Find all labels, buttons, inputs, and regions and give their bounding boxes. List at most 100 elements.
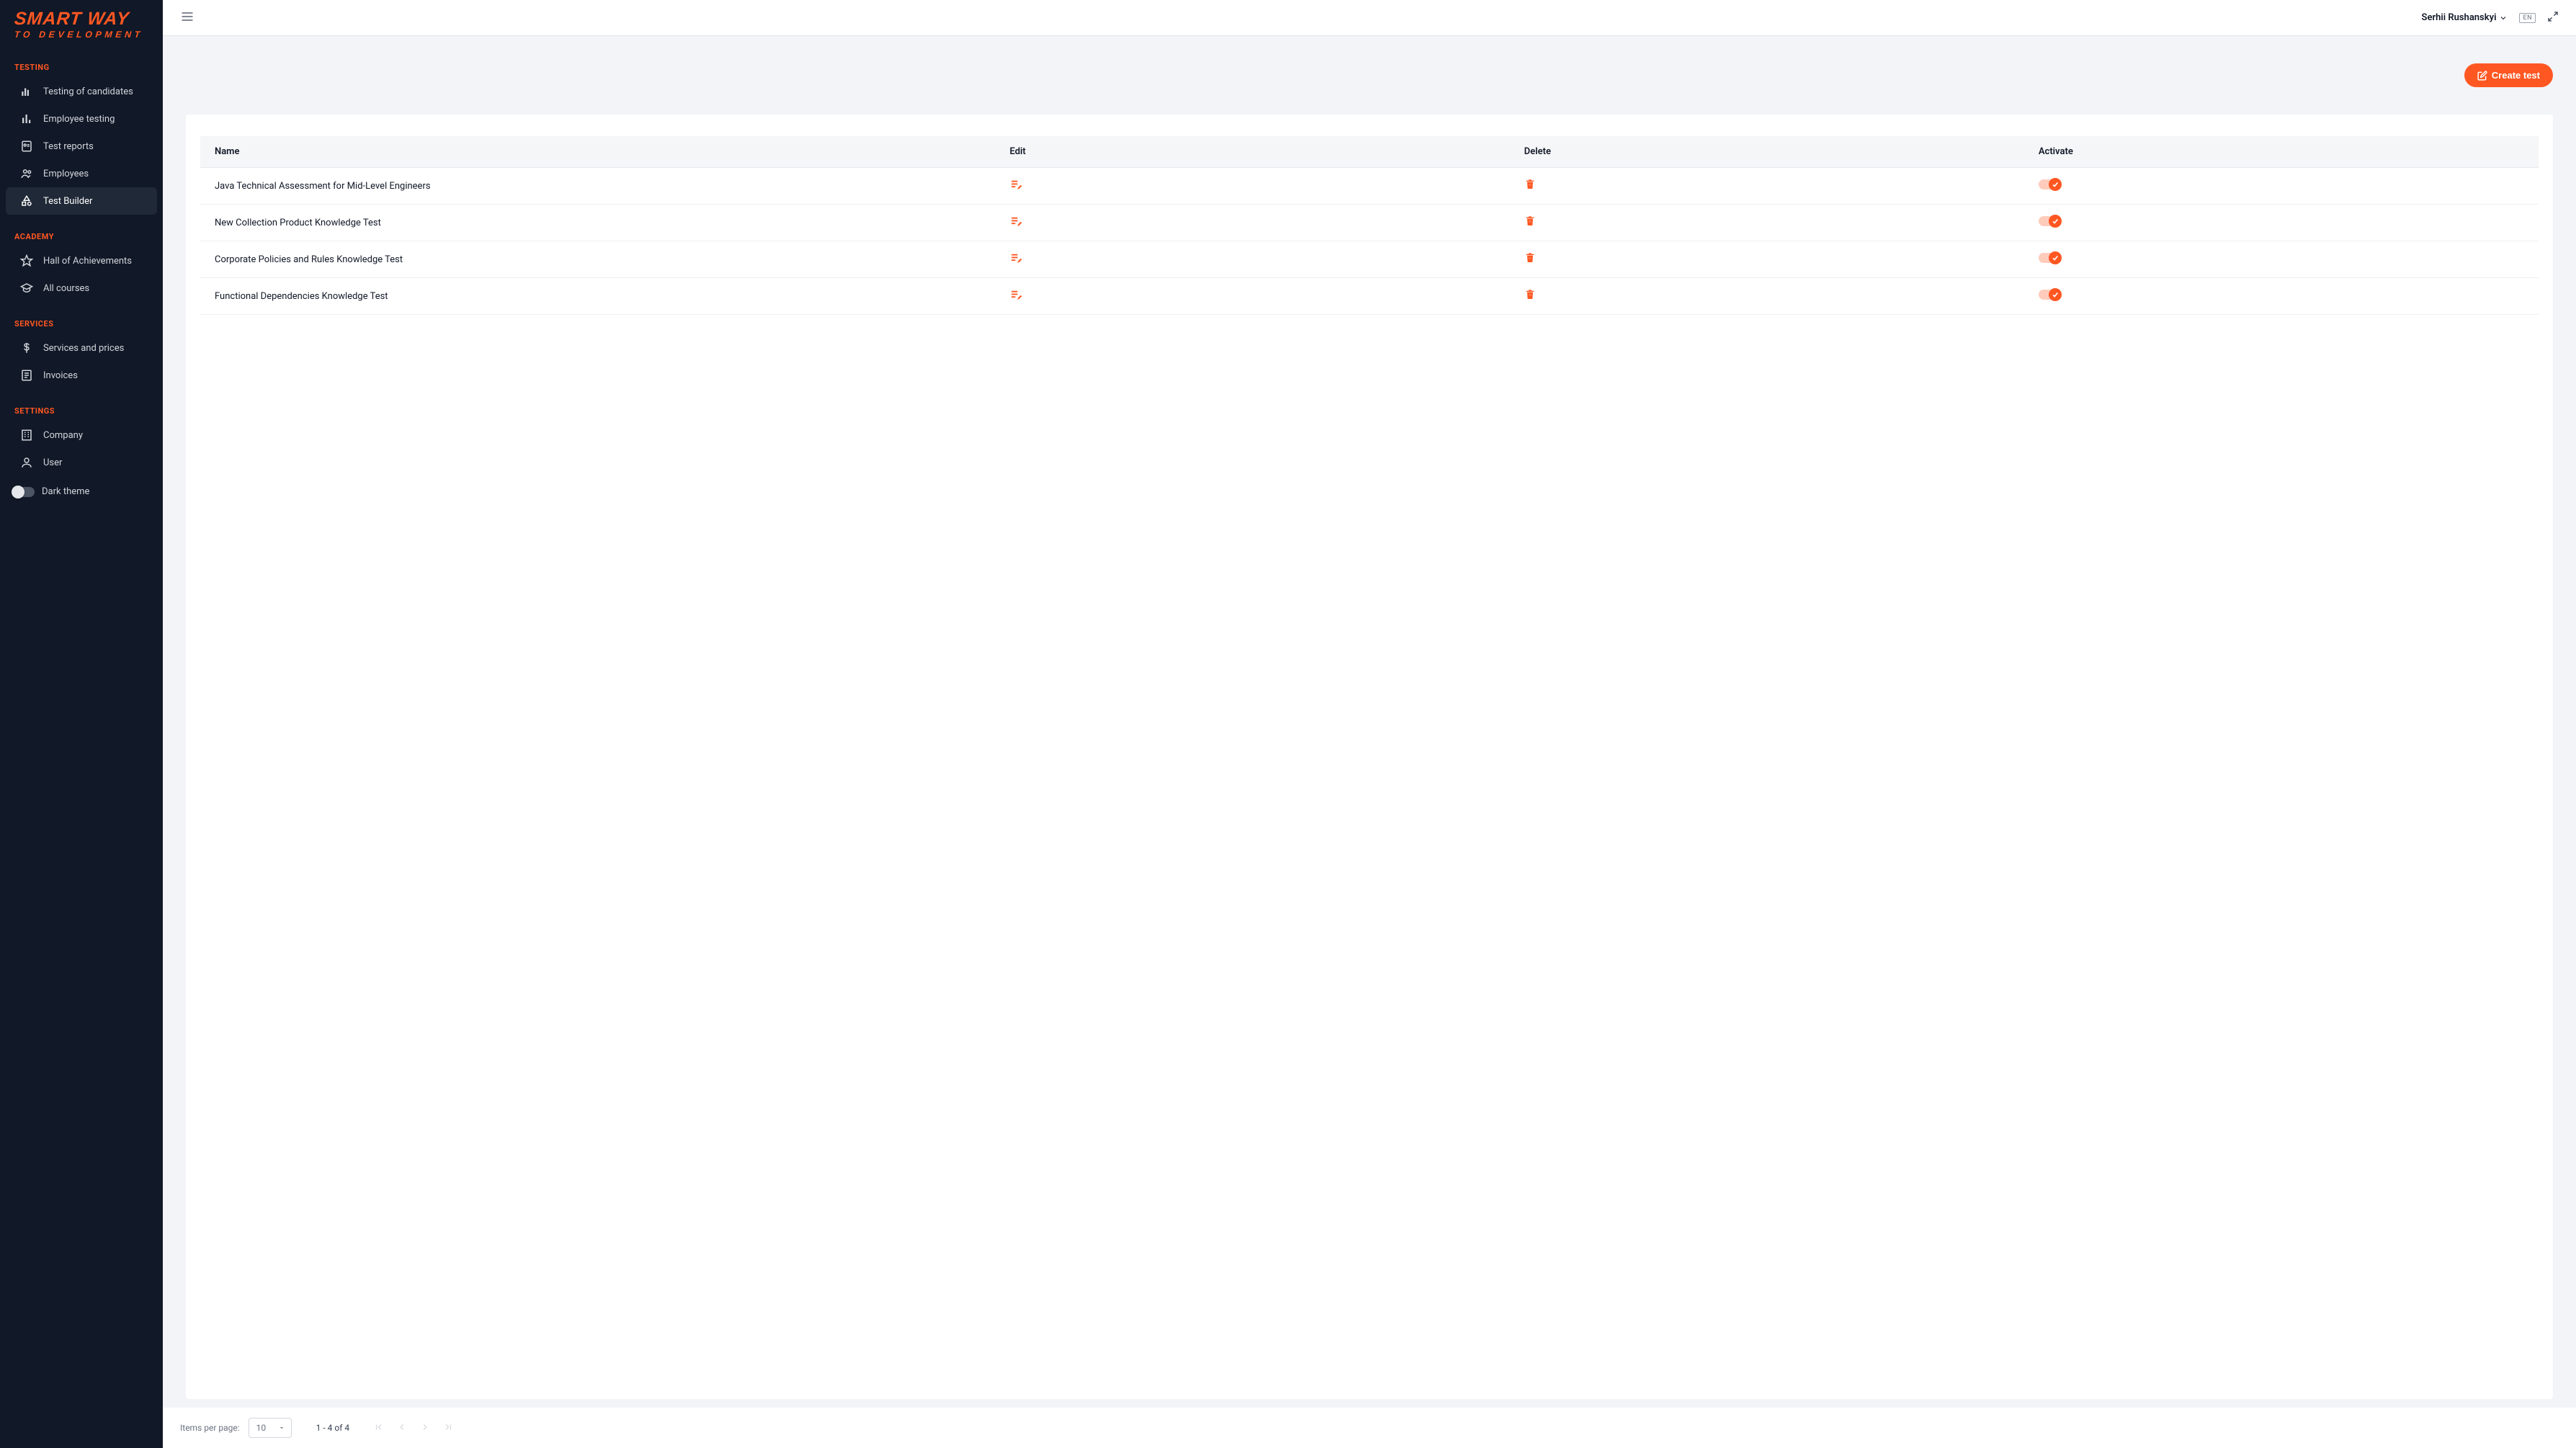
- sidebar-item-employee-testing[interactable]: Employee testing: [6, 105, 157, 133]
- activate-toggle[interactable]: [2039, 179, 2060, 189]
- table-wrap: Name Edit Delete Activate Java Technical…: [186, 115, 2553, 1399]
- cell-name: Corporate Policies and Rules Knowledge T…: [200, 241, 996, 278]
- content: Create test Name Edit Delete Activate Ja…: [163, 36, 2576, 1448]
- toggle-thumb-on: [2049, 251, 2062, 264]
- trash-icon: [1524, 289, 1536, 300]
- col-delete: Delete: [1510, 136, 2024, 168]
- user-icon: [20, 456, 33, 469]
- chevron-left-icon: [397, 1422, 407, 1432]
- sidebar-item-employees[interactable]: Employees: [6, 160, 157, 187]
- sidebar-item-label: Testing of candidates: [43, 86, 133, 97]
- create-test-button[interactable]: Create test: [2464, 63, 2553, 87]
- col-edit: Edit: [996, 136, 1510, 168]
- cell-activate: [2024, 168, 2539, 205]
- sidebar-item-invoices[interactable]: Invoices: [6, 362, 157, 389]
- fullscreen-button[interactable]: [2547, 11, 2559, 25]
- sidebar-item-label: Hall of Achievements: [43, 256, 132, 267]
- dark-theme-label: Dark theme: [42, 486, 89, 497]
- sidebar-item-label: Invoices: [43, 370, 78, 381]
- cell-edit: [996, 278, 1510, 315]
- invoice-icon: [20, 369, 33, 382]
- col-name: Name: [200, 136, 996, 168]
- playlist-edit-icon: [1010, 215, 1023, 228]
- academic-icon: [20, 282, 33, 295]
- edit-button[interactable]: [1010, 251, 1023, 264]
- chevron-down-icon: [2499, 14, 2508, 22]
- hamburger-icon: [180, 9, 194, 24]
- cell-delete: [1510, 168, 2024, 205]
- cell-activate: [2024, 241, 2539, 278]
- sidebar-item-label: Services and prices: [43, 343, 124, 354]
- toggle-thumb-on: [2049, 215, 2062, 228]
- sidebar-item-services-prices[interactable]: Services and prices: [6, 334, 157, 362]
- chevron-right-icon: [420, 1422, 430, 1432]
- check-icon: [2052, 181, 2059, 188]
- edit-square-icon: [2477, 71, 2487, 81]
- sidebar-item-company[interactable]: Company: [6, 421, 157, 449]
- user-menu[interactable]: Serhii Rushanskyi: [2422, 12, 2508, 23]
- table-row: Corporate Policies and Rules Knowledge T…: [200, 241, 2539, 278]
- edit-button[interactable]: [1010, 178, 1023, 191]
- section-academy: ACADEMY: [0, 215, 163, 247]
- sidebar-item-test-builder[interactable]: Test Builder: [6, 187, 157, 215]
- brand-logo: SMART WAY TO DEVELOPMENT: [0, 0, 163, 45]
- activate-toggle[interactable]: [2039, 253, 2060, 263]
- dark-theme-toggle-row: Dark theme: [0, 479, 163, 504]
- building-icon: [20, 429, 33, 442]
- menu-toggle-button[interactable]: [180, 9, 194, 27]
- tests-table: Name Edit Delete Activate Java Technical…: [200, 136, 2539, 315]
- dollar-icon: [20, 341, 33, 354]
- language-selector[interactable]: EN: [2519, 13, 2536, 23]
- user-name-label: Serhii Rushanskyi: [2422, 12, 2497, 23]
- cell-edit: [996, 205, 1510, 241]
- table-header-row: Name Edit Delete Activate: [200, 136, 2539, 168]
- sidebar-item-label: Company: [43, 430, 83, 441]
- next-page-button[interactable]: [420, 1422, 430, 1434]
- edit-button[interactable]: [1010, 215, 1023, 228]
- table-row: Functional Dependencies Knowledge Test: [200, 278, 2539, 315]
- first-page-icon: [374, 1422, 384, 1432]
- expand-icon: [2547, 11, 2559, 22]
- paginator: Items per page: 10 1 - 4 of 4: [163, 1408, 2576, 1448]
- cell-edit: [996, 168, 1510, 205]
- activate-toggle[interactable]: [2039, 290, 2060, 300]
- tests-card: Name Edit Delete Activate Java Technical…: [186, 115, 2553, 1399]
- sidebar-item-label: Test reports: [43, 141, 94, 152]
- col-activate: Activate: [2024, 136, 2539, 168]
- edit-button[interactable]: [1010, 288, 1023, 301]
- sidebar-item-all-courses[interactable]: All courses: [6, 274, 157, 302]
- activate-toggle[interactable]: [2039, 216, 2060, 226]
- chart-icon: [20, 112, 33, 125]
- sidebar-item-testing-candidates[interactable]: Testing of candidates: [6, 78, 157, 105]
- sidebar: SMART WAY TO DEVELOPMENT TESTING Testing…: [0, 0, 163, 1448]
- sidebar-item-hall-achievements[interactable]: Hall of Achievements: [6, 247, 157, 274]
- trash-icon: [1524, 215, 1536, 227]
- sidebar-item-test-reports[interactable]: Test reports: [6, 133, 157, 160]
- cell-name: Functional Dependencies Knowledge Test: [200, 278, 996, 315]
- prev-page-button[interactable]: [397, 1422, 407, 1434]
- main: Serhii Rushanskyi EN Create test Name Ed…: [163, 0, 2576, 1448]
- playlist-edit-icon: [1010, 288, 1023, 301]
- section-settings: SETTINGS: [0, 389, 163, 421]
- page-size-value: 10: [256, 1423, 267, 1433]
- sidebar-item-label: Test Builder: [43, 196, 92, 207]
- last-page-button[interactable]: [443, 1422, 453, 1434]
- page-size-select[interactable]: 10: [249, 1418, 292, 1438]
- dropdown-icon: [278, 1424, 285, 1431]
- sidebar-item-user[interactable]: User: [6, 449, 157, 476]
- trash-icon: [1524, 179, 1536, 190]
- bars-icon: [20, 85, 33, 98]
- brand-line1: SMART WAY: [14, 10, 149, 28]
- dark-theme-toggle[interactable]: [13, 487, 35, 497]
- check-icon: [2052, 218, 2059, 225]
- sidebar-item-label: All courses: [43, 283, 89, 294]
- delete-button[interactable]: [1524, 289, 1536, 300]
- first-page-button[interactable]: [374, 1422, 384, 1434]
- brand-line2: TO DEVELOPMENT: [14, 30, 148, 40]
- items-per-page-label: Items per page:: [180, 1423, 240, 1433]
- cell-edit: [996, 241, 1510, 278]
- table-row: Java Technical Assessment for Mid-Level …: [200, 168, 2539, 205]
- delete-button[interactable]: [1524, 179, 1536, 190]
- delete-button[interactable]: [1524, 215, 1536, 227]
- delete-button[interactable]: [1524, 252, 1536, 264]
